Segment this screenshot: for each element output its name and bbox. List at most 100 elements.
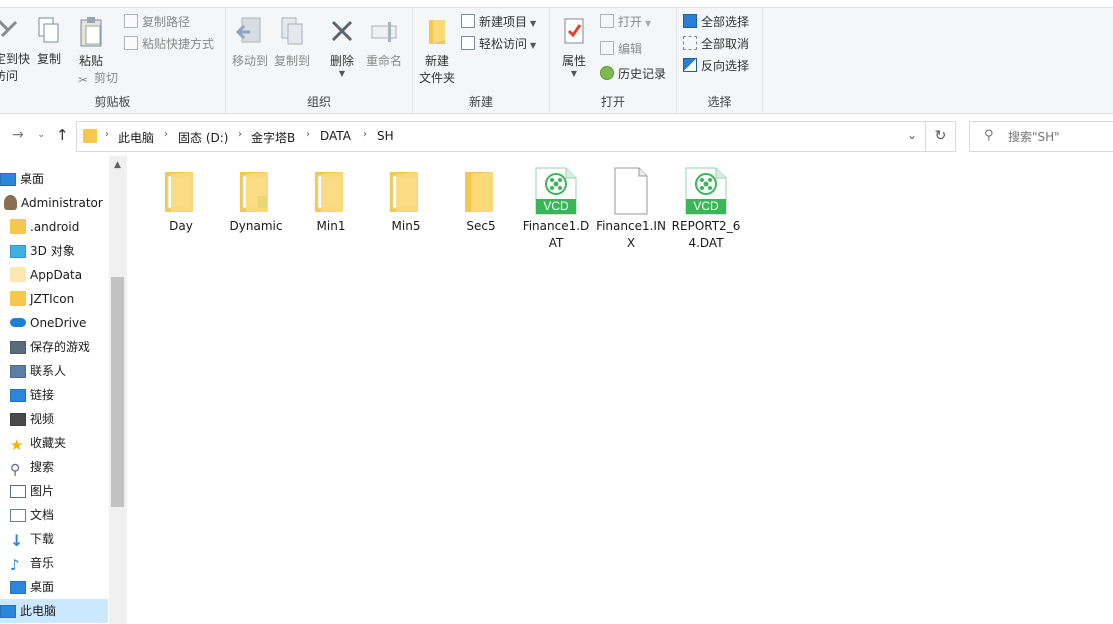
breadcrumb-drive-d[interactable]: 固态 (D:) bbox=[178, 129, 228, 146]
sidebar-item[interactable]: 链接 bbox=[0, 383, 108, 407]
move-to-button[interactable]: 移动到 bbox=[230, 16, 270, 70]
sidebar-item[interactable]: JZTIcon bbox=[0, 287, 108, 311]
rename-button[interactable]: 重命名 bbox=[364, 16, 404, 70]
breadcrumb-separator[interactable]: › bbox=[105, 129, 109, 140]
breadcrumb-jinzita-b[interactable]: 金字塔B bbox=[251, 129, 295, 146]
sidebar-item[interactable]: 桌面 bbox=[0, 167, 108, 191]
sidebar-item[interactable]: ⚲ 搜索 bbox=[0, 455, 108, 479]
cut-button[interactable]: ✂ 剪切 bbox=[76, 68, 118, 88]
move-to-label: 移动到 bbox=[231, 54, 268, 68]
music-icon: ♪ bbox=[10, 556, 20, 574]
paste-icon bbox=[80, 17, 102, 47]
easy-access-caret: ▼ bbox=[530, 41, 537, 50]
links-icon bbox=[10, 389, 26, 402]
paste-button[interactable]: 粘贴 bbox=[74, 16, 108, 70]
properties-label: 属性 bbox=[561, 54, 586, 68]
pin-quick-access-label: 固定到快 速访问 bbox=[0, 52, 31, 83]
select-none-button[interactable]: 全部取消 bbox=[683, 34, 749, 54]
address-history-chevron-icon[interactable]: ⌄ bbox=[907, 128, 917, 142]
sidebar-item-label: 链接 bbox=[30, 388, 55, 402]
sidebar-item[interactable]: 视频 bbox=[0, 407, 108, 431]
folder-item[interactable]: Min1 bbox=[295, 166, 367, 235]
pin-icon bbox=[0, 19, 18, 38]
pin-quick-access-button[interactable]: 固定到快 速访问 bbox=[0, 16, 31, 85]
recent-locations-chevron-icon[interactable]: ⌄ bbox=[37, 129, 45, 140]
search-input[interactable] bbox=[1008, 127, 1108, 147]
invert-selection-label: 反向选择 bbox=[701, 59, 750, 73]
breadcrumb-data[interactable]: DATA bbox=[320, 129, 351, 143]
up-arrow-icon[interactable]: ↑ bbox=[56, 126, 69, 144]
sidebar-item[interactable]: AppData bbox=[0, 263, 108, 287]
copy-to-button[interactable]: 复制到 bbox=[272, 16, 312, 70]
open-group: 属性 ▼ 打开 ▼ 编辑 历史记录 打开 bbox=[550, 8, 677, 114]
delete-dropdown-caret[interactable]: ▼ bbox=[324, 70, 360, 78]
copy-button[interactable]: 复制 bbox=[34, 16, 64, 68]
search-box[interactable]: ⚲ bbox=[969, 121, 1113, 152]
file-name-label: Min5 bbox=[391, 219, 421, 233]
properties-button[interactable]: 属性 ▼ bbox=[556, 16, 592, 78]
address-bar[interactable]: › 此电脑 › 固态 (D:) › 金字塔B › DATA › SH ⌄ bbox=[76, 121, 926, 152]
select-all-button[interactable]: 全部选择 bbox=[683, 12, 749, 32]
file-name-label: Finance1.INX bbox=[596, 219, 666, 250]
sidebar-item-label: 桌面 bbox=[20, 172, 45, 186]
ribbon: 固定到快 速访问 复制 粘贴 复制路径 粘贴快捷方式 ✂ 剪切 剪贴板 移动到 复… bbox=[0, 0, 1113, 114]
edit-button[interactable]: 编辑 bbox=[600, 39, 642, 59]
back-arrow-icon[interactable]: → bbox=[12, 127, 24, 143]
paste-shortcut-label: 粘贴快捷方式 bbox=[142, 37, 215, 51]
new-item-button[interactable]: 新建项目 ▼ bbox=[461, 12, 536, 32]
breadcrumb-separator[interactable]: › bbox=[238, 129, 242, 140]
delete-button[interactable]: 删除 ▼ bbox=[324, 16, 360, 78]
sidebar-item[interactable]: OneDrive bbox=[0, 311, 108, 335]
open-label: 打开 bbox=[618, 15, 643, 29]
folder-item[interactable]: Sec5 bbox=[445, 166, 517, 235]
sidebar-item[interactable]: 图片 bbox=[0, 479, 108, 503]
breadcrumb-separator[interactable]: › bbox=[306, 129, 310, 140]
invert-selection-button[interactable]: 反向选择 bbox=[683, 56, 749, 76]
folder-item[interactable]: Dynamic bbox=[220, 166, 292, 235]
new-item-label: 新建项目 bbox=[479, 15, 528, 29]
sidebar-scroll-thumb[interactable] bbox=[111, 277, 124, 507]
folder-item[interactable]: Min5 bbox=[370, 166, 442, 235]
file-item[interactable]: VCD Finance1.DAT bbox=[520, 166, 592, 252]
file-item[interactable]: Finance1.INX bbox=[595, 166, 667, 252]
3d-objects-icon bbox=[10, 245, 26, 258]
search-icon: ⚲ bbox=[10, 462, 21, 478]
sidebar-item-label: 文档 bbox=[30, 508, 55, 522]
folder-item[interactable]: Day bbox=[145, 166, 217, 235]
sidebar-item[interactable]: ↓ 下载 bbox=[0, 527, 108, 551]
sidebar-item[interactable]: Administrator bbox=[0, 191, 108, 215]
properties-dropdown-caret[interactable]: ▼ bbox=[556, 70, 592, 78]
history-button[interactable]: 历史记录 bbox=[600, 64, 666, 84]
cut-label: 剪切 bbox=[94, 71, 119, 85]
folder-icon bbox=[232, 166, 280, 216]
desktop-icon bbox=[0, 173, 16, 186]
delete-x-icon bbox=[331, 20, 353, 42]
breadcrumb-separator[interactable]: › bbox=[363, 129, 367, 140]
sidebar-item[interactable]: 联系人 bbox=[0, 359, 108, 383]
easy-access-icon bbox=[461, 36, 475, 50]
paste-shortcut-button[interactable]: 粘贴快捷方式 bbox=[124, 34, 214, 54]
sidebar-item[interactable]: 桌面 bbox=[0, 575, 108, 599]
user-icon bbox=[4, 195, 17, 210]
scroll-up-arrow-icon[interactable]: ▲ bbox=[110, 160, 125, 174]
select-all-icon bbox=[683, 14, 697, 28]
sidebar-item[interactable]: 保存的游戏 bbox=[0, 335, 108, 359]
breadcrumb-this-pc[interactable]: 此电脑 bbox=[118, 129, 154, 146]
documents-icon bbox=[10, 509, 26, 522]
sidebar-item[interactable]: 3D 对象 bbox=[0, 239, 108, 263]
new-folder-button[interactable]: 新建 文件夹 bbox=[417, 16, 457, 87]
copy-path-button[interactable]: 复制路径 bbox=[124, 12, 190, 32]
sidebar-item[interactable]: .android bbox=[0, 215, 108, 239]
easy-access-button[interactable]: 轻松访问 ▼ bbox=[461, 34, 536, 54]
sidebar-item[interactable]: 此电脑 bbox=[0, 599, 108, 623]
file-item[interactable]: VCD REPORT2_64.DAT bbox=[670, 166, 742, 252]
breadcrumb-sh[interactable]: SH bbox=[377, 129, 394, 143]
breadcrumb-separator[interactable]: › bbox=[164, 129, 168, 140]
sidebar-item[interactable]: 文档 bbox=[0, 503, 108, 527]
refresh-button[interactable]: ↻ bbox=[926, 121, 956, 152]
delete-label: 删除 bbox=[329, 54, 354, 68]
saved-games-icon bbox=[10, 341, 26, 354]
sidebar-item[interactable]: ♪ 音乐 bbox=[0, 551, 108, 575]
sidebar-item[interactable]: ★ 收藏夹 bbox=[0, 431, 108, 455]
open-button[interactable]: 打开 ▼ bbox=[600, 12, 651, 32]
